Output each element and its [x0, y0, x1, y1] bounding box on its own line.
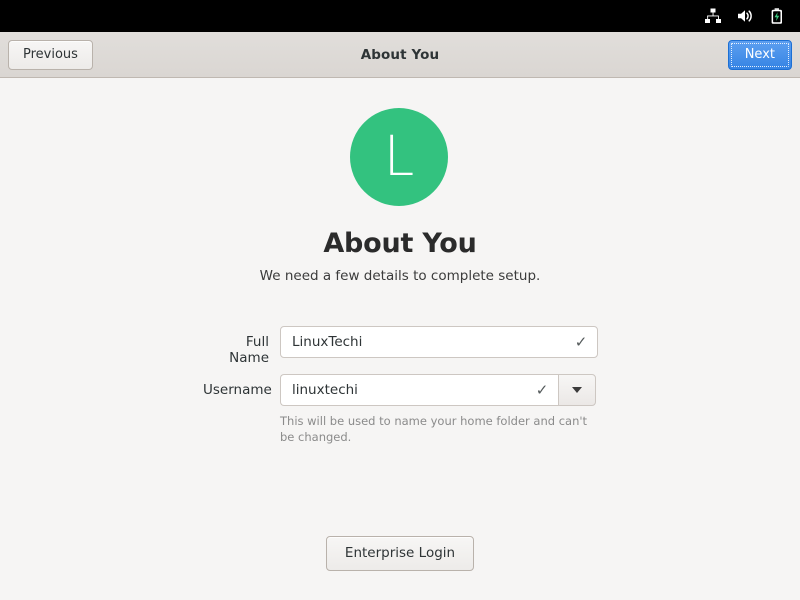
full-name-label: Full Name: [229, 334, 269, 366]
volume-icon[interactable]: [735, 6, 755, 26]
full-name-value: LinuxTechi: [292, 334, 363, 350]
about-you-form: Full Name LinuxTechi ✓ Username linuxtec…: [0, 326, 800, 445]
check-icon: ✓: [535, 381, 549, 399]
enterprise-login-button[interactable]: Enterprise Login: [325, 536, 475, 571]
system-tray-bar: [0, 0, 800, 32]
check-icon: ✓: [574, 333, 588, 351]
page-title: About You: [323, 228, 477, 259]
avatar[interactable]: L: [350, 108, 448, 206]
header-bar: Previous About You Next: [0, 32, 800, 78]
avatar-letter: L: [383, 123, 415, 188]
chevron-down-icon: [572, 387, 582, 393]
form-row-full-name: Full Name LinuxTechi ✓: [0, 326, 800, 366]
enterprise-login-wrap: Enterprise Login: [0, 536, 800, 571]
page-subtitle: We need a few details to complete setup.: [259, 268, 541, 284]
network-wired-icon[interactable]: [703, 6, 723, 26]
username-field-wrap: linuxtechi ✓: [280, 374, 596, 406]
full-name-field-wrap: LinuxTechi ✓: [280, 326, 598, 358]
full-name-input[interactable]: LinuxTechi ✓: [280, 326, 598, 358]
next-button[interactable]: Next: [727, 39, 792, 70]
username-helper-text: This will be used to name your home fold…: [280, 414, 588, 444]
battery-charging-icon[interactable]: [767, 6, 787, 26]
username-dropdown-button[interactable]: [558, 374, 596, 406]
username-value: linuxtechi: [292, 382, 358, 398]
main-content: L About You We need a few details to com…: [0, 79, 800, 600]
username-input[interactable]: linuxtechi ✓: [280, 374, 558, 406]
header-title: About You: [360, 46, 440, 63]
previous-button[interactable]: Previous: [8, 39, 93, 70]
form-row-username: Username linuxtechi ✓: [0, 374, 800, 406]
username-label: Username: [203, 382, 272, 398]
